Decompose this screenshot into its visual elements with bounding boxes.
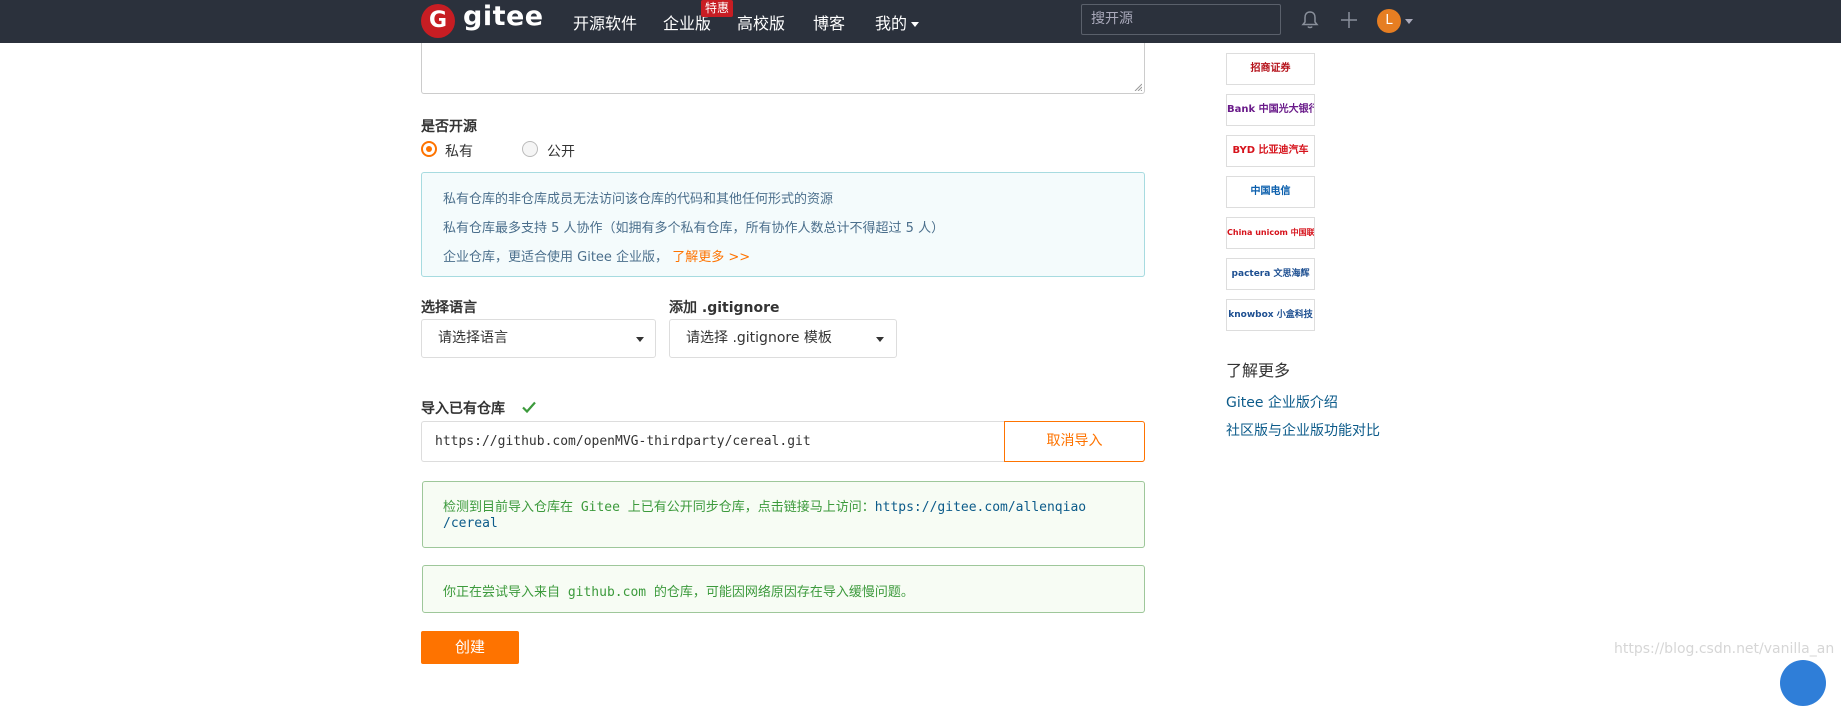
partner-logo-name: BYD 比亚迪汽车 (1232, 145, 1309, 156)
partner-logo-knowbox: knowbox 小盒科技 (1226, 299, 1315, 331)
partner-logo-name: Bank 中国光大银行 (1227, 104, 1315, 115)
avatar[interactable]: L (1377, 9, 1401, 33)
chevron-down-icon (911, 22, 920, 27)
gitignore-select-value: 请选择 .gitignore 模板 (686, 330, 832, 346)
gitignore-select[interactable]: 请选择 .gitignore 模板 (669, 319, 897, 358)
top-navbar: G gitee 开源软件 企业版 特惠 高校版 博客 我的 搜开源 L (0, 0, 1841, 43)
avatar-chevron-down-icon[interactable] (1405, 19, 1413, 24)
info-line-2: 私有仓库最多支持 5 人协作（如拥有多个私有仓库，所有协作人数总计不得超过 5 … (443, 221, 945, 236)
logo-letter: G (428, 8, 448, 33)
partner-logo-pactera: pactera 文思海辉 (1226, 258, 1315, 290)
sync-repo-link[interactable]: https://gitee.com/allenqiao (875, 500, 1086, 515)
nav-mine-label: 我的 (875, 14, 908, 33)
partner-logo-byd: BYD 比亚迪汽车 (1226, 135, 1315, 167)
nav-mine[interactable]: 我的 (875, 10, 920, 34)
partner-logo-cmschina: 招商证券 (1226, 53, 1315, 85)
gitignore-label: 添加 .gitignore (669, 300, 780, 316)
sync-notice-line-1: 检测到目前导入仓库在 Gitee 上已有公开同步仓库，点击链接马上访问：http… (443, 496, 1086, 515)
sync-notice-text: 检测到目前导入仓库在 Gitee 上已有公开同步仓库，点击链接马上访问： (443, 500, 875, 515)
resize-handle-icon[interactable] (1134, 83, 1142, 91)
radio-public[interactable] (522, 141, 538, 157)
import-label: 导入已有仓库 (421, 401, 505, 417)
nav-open-source[interactable]: 开源软件 (573, 10, 637, 34)
learn-more-link[interactable]: 了解更多 >> (672, 250, 750, 265)
partner-logo-name: pactera 文思海辉 (1231, 269, 1310, 279)
check-icon (522, 401, 536, 414)
floating-action-button[interactable] (1780, 660, 1826, 706)
chevron-down-icon (636, 337, 644, 342)
bell-icon[interactable] (1300, 10, 1320, 30)
open-source-label: 是否开源 (421, 119, 477, 135)
nav-education[interactable]: 高校版 (737, 10, 785, 34)
partner-logo-name: knowbox 小盒科技 (1228, 310, 1313, 320)
info-line-3-text: 企业仓库，更适合使用 Gitee 企业版， (443, 250, 669, 265)
language-label: 选择语言 (421, 300, 477, 316)
watermark: https://blog.csdn.net/vanilla_an (1614, 641, 1835, 657)
radio-public-label[interactable]: 公开 (547, 141, 575, 161)
sync-repo-link-cont[interactable]: /cereal (443, 516, 498, 531)
language-select-value: 请选择语言 (438, 330, 508, 346)
cancel-import-button[interactable]: 取消导入 (1004, 421, 1145, 462)
partner-logo-name: 招商证券 (1250, 63, 1291, 74)
network-notice-text: 你正在尝试导入来自 github.com 的仓库，可能因网络原因存在导入缓慢问题… (443, 585, 914, 600)
promo-badge: 特惠 (701, 0, 734, 17)
partner-logo-name: China unicom 中国联通 (1227, 228, 1315, 237)
brand-name[interactable]: gitee (463, 1, 544, 32)
radio-private-label[interactable]: 私有 (445, 141, 473, 161)
search-placeholder: 搜开源 (1091, 11, 1133, 27)
sync-notice-box: 检测到目前导入仓库在 Gitee 上已有公开同步仓库，点击链接马上访问：http… (422, 481, 1145, 548)
info-line-3: 企业仓库，更适合使用 Gitee 企业版， 了解更多 >> (443, 246, 750, 265)
sync-notice-line-2: /cereal (443, 516, 498, 531)
partner-logo-name: 中国电信 (1250, 186, 1291, 197)
language-select[interactable]: 请选择语言 (421, 319, 656, 358)
description-textarea[interactable] (421, 43, 1145, 94)
import-url-input[interactable]: https://github.com/openMVG-thirdparty/ce… (421, 421, 1004, 462)
partner-logo-china-unicom: China unicom 中国联通 (1226, 217, 1315, 249)
edition-compare-link[interactable]: 社区版与企业版功能对比 (1226, 420, 1380, 440)
partner-logo-china-telecom: 中国电信 (1226, 176, 1315, 208)
info-line-1: 私有仓库的非仓库成员无法访问该仓库的代码和其他任何形式的资源 (443, 192, 834, 207)
gitee-logo-icon[interactable]: G (421, 4, 455, 38)
enterprise-intro-link[interactable]: Gitee 企业版介绍 (1226, 392, 1338, 412)
partner-logo-cebbank: Bank 中国光大银行 (1226, 94, 1315, 126)
search-input[interactable]: 搜开源 (1081, 4, 1281, 35)
nav-blog[interactable]: 博客 (813, 10, 845, 34)
private-repo-info-box: 私有仓库的非仓库成员无法访问该仓库的代码和其他任何形式的资源 私有仓库最多支持 … (421, 172, 1145, 277)
create-button[interactable]: 创建 (421, 631, 519, 664)
radio-private[interactable] (421, 141, 437, 157)
chevron-down-icon (876, 337, 884, 342)
learn-more-title: 了解更多 (1226, 361, 1291, 380)
network-notice-box: 你正在尝试导入来自 github.com 的仓库，可能因网络原因存在导入缓慢问题… (422, 565, 1145, 613)
plus-icon[interactable] (1339, 10, 1359, 30)
